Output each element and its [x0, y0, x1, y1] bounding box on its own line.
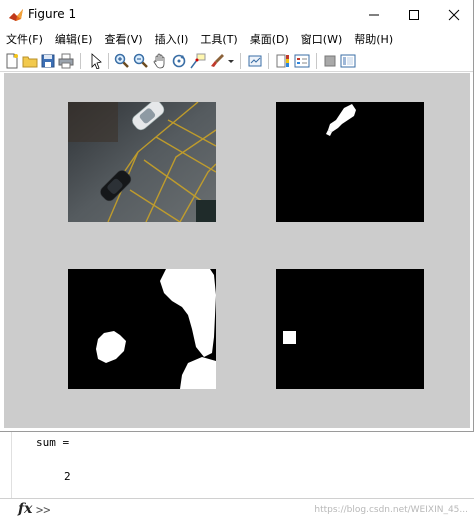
- window-title: Figure 1: [28, 7, 77, 21]
- mask-image: [326, 104, 356, 136]
- hide-plot-tools-icon[interactable]: [322, 53, 338, 69]
- minimize-icon: [369, 14, 379, 16]
- maximize-icon: [409, 10, 419, 20]
- menu-bar: 文件(F) 编辑(E) 查看(V) 插入(I) 工具(T) 桌面(D) 窗口(W…: [0, 30, 473, 50]
- menu-window[interactable]: 窗口(W): [295, 30, 348, 50]
- parking-lot-photo: [68, 102, 216, 222]
- link-plot-icon[interactable]: [247, 53, 263, 69]
- menu-tools[interactable]: 工具(T): [194, 30, 243, 50]
- menu-edit[interactable]: 编辑(E): [49, 30, 99, 50]
- toolbar-separator: [316, 53, 317, 69]
- data-cursor-icon[interactable]: [190, 53, 206, 69]
- close-icon: [448, 9, 460, 21]
- zoom-out-icon[interactable]: [133, 53, 149, 69]
- command-prompt-bar[interactable]: fx >> https://blog.csdn.net/WEIXIN_45...: [0, 498, 474, 520]
- figure-toolbar: [0, 50, 473, 72]
- open-file-icon[interactable]: [22, 53, 38, 69]
- toolbar-separator: [268, 53, 269, 69]
- command-window[interactable]: sum = 2 fx >> https://blog.csdn.net/WEIX…: [0, 432, 474, 520]
- figure-canvas[interactable]: [4, 73, 470, 428]
- subplot-mask-top[interactable]: [276, 102, 424, 222]
- menu-view[interactable]: 查看(V): [98, 30, 148, 50]
- maximize-button[interactable]: [394, 0, 434, 30]
- mask-image: [96, 269, 216, 389]
- command-prompt[interactable]: >>: [36, 503, 50, 517]
- save-icon[interactable]: [40, 53, 56, 69]
- zoom-in-icon[interactable]: [114, 53, 130, 69]
- watermark-text: https://blog.csdn.net/WEIXIN_45...: [314, 505, 468, 515]
- subplot-mask-regions[interactable]: [68, 269, 216, 389]
- output-value: 2: [64, 470, 71, 483]
- menu-insert[interactable]: 插入(I): [149, 30, 195, 50]
- menu-help[interactable]: 帮助(H): [348, 30, 399, 50]
- pan-icon[interactable]: [152, 53, 168, 69]
- brush-dropdown-icon[interactable]: [227, 53, 235, 69]
- output-variable-label: sum =: [36, 436, 70, 449]
- rotate-3d-icon[interactable]: [171, 53, 187, 69]
- title-bar[interactable]: Figure 1: [0, 0, 473, 30]
- matlab-logo-icon: [9, 9, 23, 21]
- brush-icon[interactable]: [209, 53, 225, 69]
- subplot-original-image[interactable]: [68, 102, 216, 222]
- mask-image: [283, 331, 296, 344]
- minimize-button[interactable]: [354, 0, 394, 30]
- legend-icon[interactable]: [294, 53, 310, 69]
- close-button[interactable]: [434, 0, 474, 30]
- pointer-icon[interactable]: [88, 53, 104, 69]
- print-icon[interactable]: [58, 53, 74, 69]
- toolbar-separator: [108, 53, 109, 69]
- menu-desktop[interactable]: 桌面(D): [244, 30, 295, 50]
- toolbar-separator: [80, 53, 81, 69]
- show-plot-tools-icon[interactable]: [340, 53, 356, 69]
- subplot-mask-filtered[interactable]: [276, 269, 424, 389]
- figure-window: Figure 1 文件(F) 编辑(E) 查看(V) 插入(I) 工具(T) 桌…: [0, 0, 474, 432]
- command-window-gutter: [0, 432, 12, 498]
- new-figure-icon[interactable]: [4, 53, 20, 69]
- menu-file[interactable]: 文件(F): [0, 30, 49, 50]
- toolbar-separator: [240, 53, 241, 69]
- function-browser-icon[interactable]: fx: [18, 501, 32, 517]
- colorbar-icon[interactable]: [275, 53, 291, 69]
